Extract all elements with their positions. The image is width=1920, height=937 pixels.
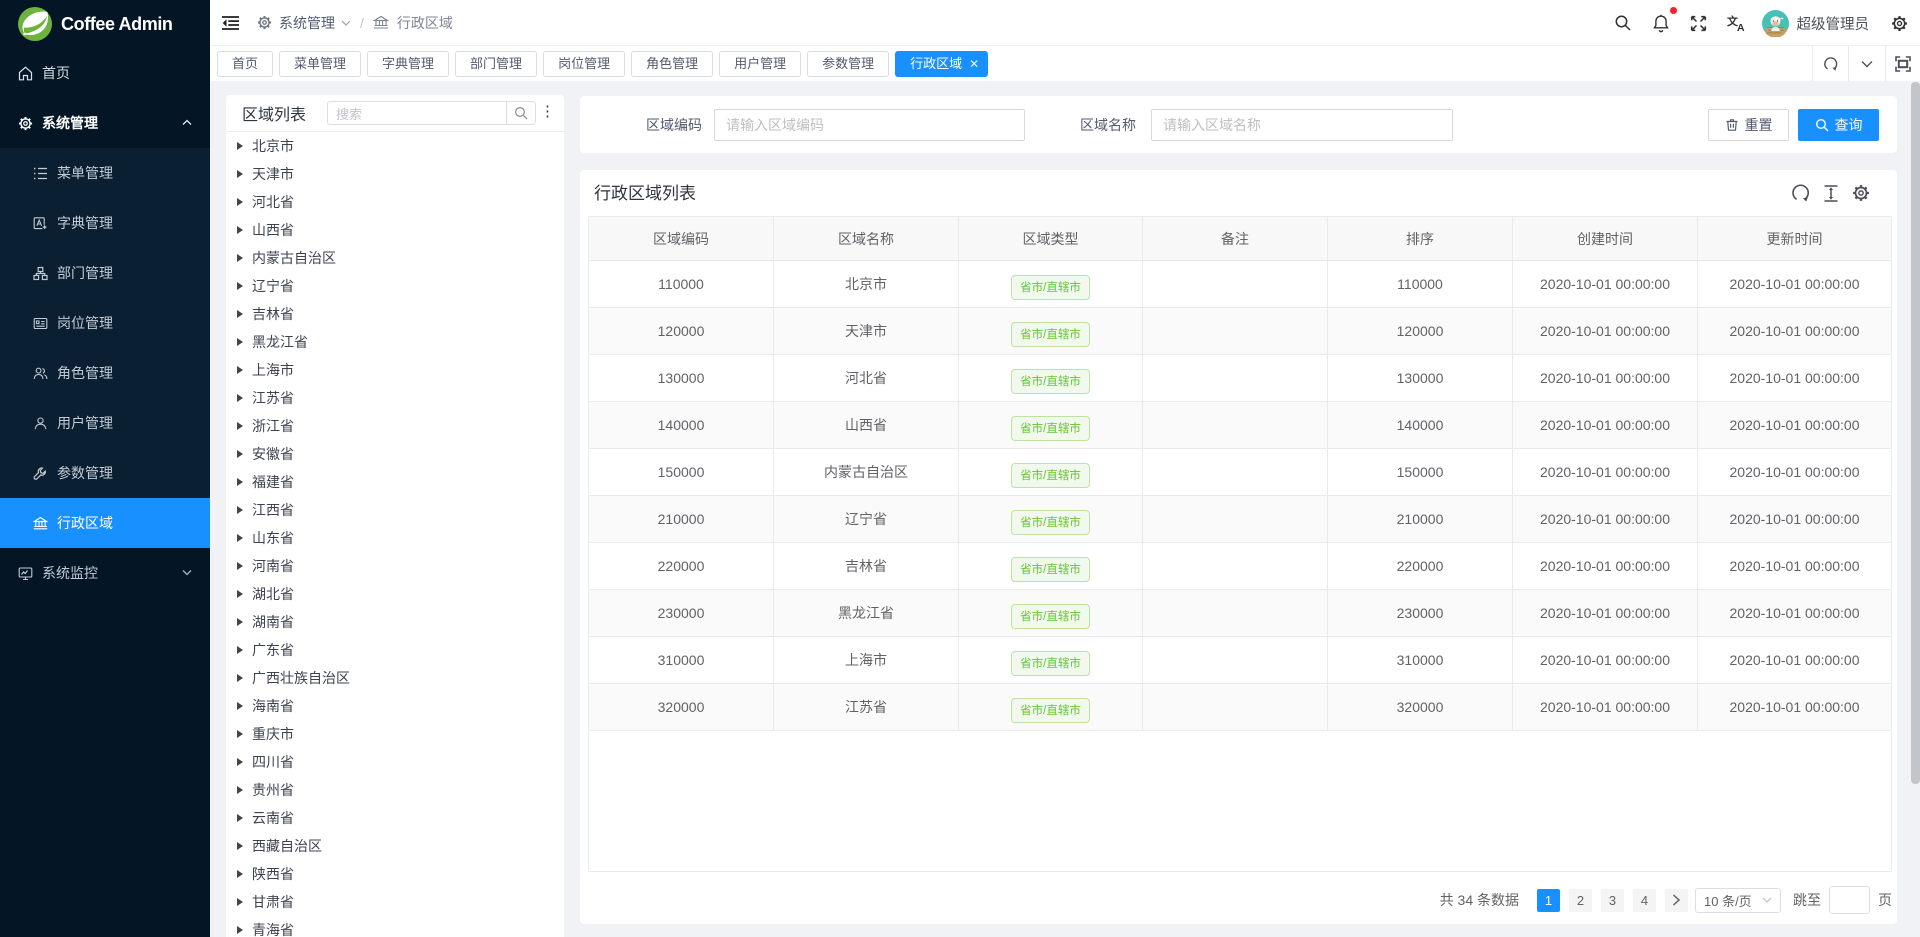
svg-text:A: A: [1737, 22, 1745, 32]
